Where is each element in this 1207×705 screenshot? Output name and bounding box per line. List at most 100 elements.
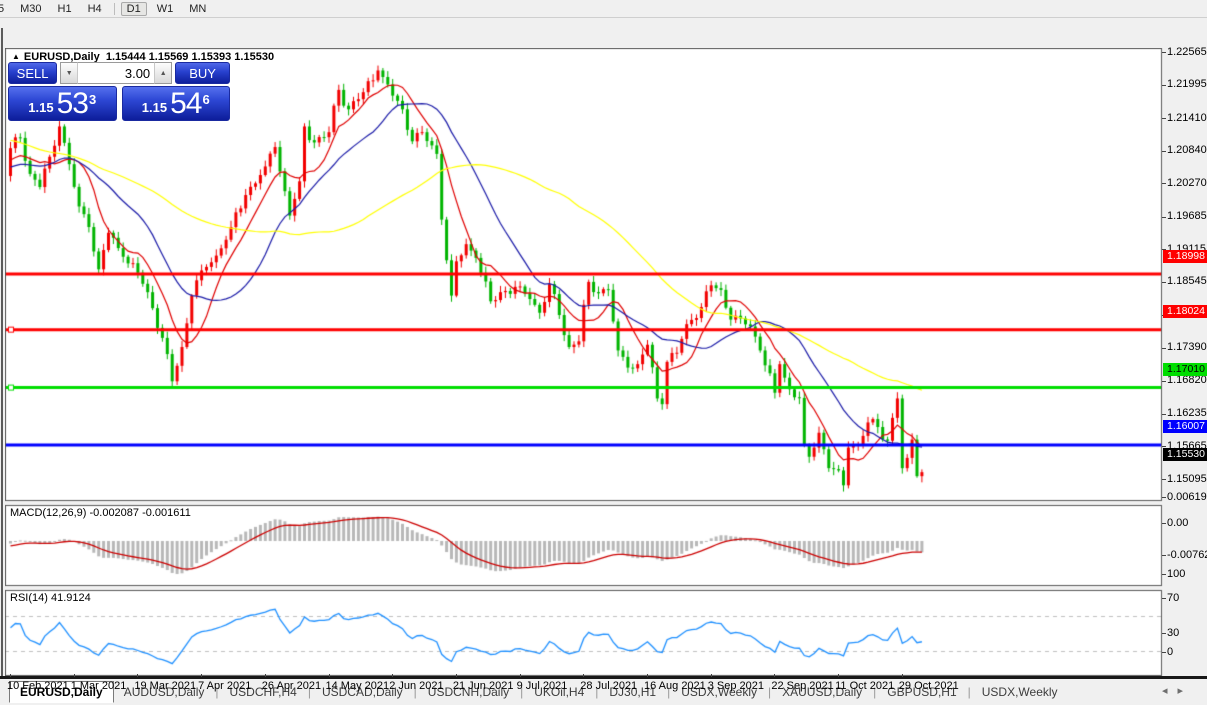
price-axis-label: 1.15095 bbox=[1167, 473, 1207, 485]
price-axis-tick bbox=[1162, 348, 1166, 349]
tab-scroll-arrows[interactable]: ◂▸ bbox=[1162, 684, 1193, 697]
date-axis-tick bbox=[10, 674, 11, 677]
date-axis-label: 11 Oct 2021 bbox=[835, 680, 894, 692]
tab-separator: | bbox=[968, 685, 971, 699]
trading-terminal-window: 5M30H1H4D1W1MN ▲EURUSD,Daily 1.15444 1.1… bbox=[0, 0, 1207, 705]
price-axis-tick bbox=[1162, 414, 1166, 415]
rsi-axis-label: 30 bbox=[1167, 627, 1179, 639]
one-click-trade-panel: SELL ▼ ▲ BUY 1.15 53 3 1.15 54 6 bbox=[8, 62, 230, 121]
date-axis-tick bbox=[838, 674, 839, 677]
tf-button-h4[interactable]: H4 bbox=[82, 2, 108, 16]
tab-scroll-right-icon[interactable]: ▸ bbox=[1177, 685, 1193, 697]
sell-price-prefix: 1.15 bbox=[28, 100, 53, 115]
date-axis-tick bbox=[392, 674, 393, 677]
volume-decrease-button[interactable]: ▼ bbox=[60, 62, 77, 84]
window-left-border bbox=[1, 28, 3, 688]
date-axis-label: 7 Apr 2021 bbox=[198, 680, 251, 692]
price-axis-tick bbox=[1162, 118, 1166, 119]
date-axis-tick bbox=[456, 674, 457, 677]
sell-price-pip: 3 bbox=[89, 89, 96, 107]
toolbar-separator bbox=[114, 3, 115, 15]
price-axis-tick bbox=[1162, 479, 1166, 480]
price-axis-label: 1.17390 bbox=[1167, 341, 1207, 353]
price-axis-tick bbox=[1162, 217, 1166, 218]
rsi-axis-tick bbox=[1162, 652, 1166, 653]
macd-values: -0.002087 -0.001611 bbox=[89, 507, 190, 519]
date-axis-tick bbox=[583, 674, 584, 677]
rsi-axis-label: 0 bbox=[1167, 646, 1173, 658]
date-axis-label: 14 May 2021 bbox=[326, 680, 390, 692]
date-axis-tick bbox=[137, 674, 138, 677]
macd-axis-tick bbox=[1162, 497, 1166, 498]
date-axis-label: 22 Sep 2021 bbox=[771, 680, 833, 692]
date-axis-tick bbox=[74, 674, 75, 677]
rsi-axis-label: 70 bbox=[1167, 592, 1179, 604]
price-axis-label: 1.20840 bbox=[1167, 144, 1207, 156]
date-axis-label: 26 Apr 2021 bbox=[262, 680, 321, 692]
collapse-triangle-icon[interactable]: ▲ bbox=[12, 52, 20, 61]
sell-button[interactable]: SELL bbox=[8, 62, 57, 84]
date-axis-label: 2 Jun 2021 bbox=[389, 680, 443, 692]
price-axis-tick bbox=[1162, 183, 1166, 184]
tf-button-w1[interactable]: W1 bbox=[151, 2, 180, 16]
chart-window: ▲EURUSD,Daily 1.15444 1.15569 1.15393 1.… bbox=[0, 18, 1207, 676]
tf-button-h1[interactable]: H1 bbox=[52, 2, 78, 16]
tab-scroll-left-icon[interactable]: ◂ bbox=[1162, 685, 1178, 697]
volume-increase-button[interactable]: ▲ bbox=[155, 62, 172, 84]
buy-button[interactable]: BUY bbox=[175, 62, 230, 84]
tf-button-5[interactable]: 5 bbox=[0, 2, 10, 16]
tf-button-d1[interactable]: D1 bbox=[121, 2, 147, 16]
tf-button-m30[interactable]: M30 bbox=[14, 2, 47, 16]
rsi-indicator-label: RSI(14) 41.9124 bbox=[10, 592, 91, 604]
date-axis-label: 9 Jul 2021 bbox=[517, 680, 568, 692]
price-tag-hline-1.16007[interactable]: 1.16007 bbox=[1163, 420, 1207, 433]
price-axis-label: 1.21410 bbox=[1167, 112, 1207, 124]
rsi-axis-tick bbox=[1162, 633, 1166, 634]
volume-input[interactable] bbox=[77, 62, 155, 84]
macd-name: MACD(12,26,9) bbox=[10, 507, 86, 519]
date-axis-tick bbox=[265, 674, 266, 677]
date-axis-tick bbox=[774, 674, 775, 677]
price-axis-tick bbox=[1162, 151, 1166, 152]
price-axis-label: 1.18545 bbox=[1167, 275, 1207, 287]
buy-price-prefix: 1.15 bbox=[142, 100, 167, 115]
price-axis-tick bbox=[1162, 52, 1166, 53]
rsi-axis-tick bbox=[1162, 598, 1166, 599]
rsi-axis-tick bbox=[1162, 574, 1166, 575]
price-axis-label: 1.16235 bbox=[1167, 407, 1207, 419]
rsi-value: 41.9124 bbox=[51, 592, 91, 604]
price-tag-hline-1.18024[interactable]: 1.18024 bbox=[1163, 305, 1207, 318]
price-chart-canvas[interactable] bbox=[5, 48, 1207, 676]
sell-price-main: 53 bbox=[57, 89, 88, 119]
date-axis-label: 19 Mar 2021 bbox=[134, 680, 196, 692]
price-axis-tick bbox=[1162, 85, 1166, 86]
price-axis-label: 1.22565 bbox=[1167, 46, 1207, 58]
price-tag-hline-1.17010[interactable]: 1.17010 bbox=[1163, 363, 1207, 376]
sell-price-display[interactable]: 1.15 53 3 bbox=[8, 86, 117, 121]
date-axis-label: 3 Sep 2021 bbox=[708, 680, 764, 692]
date-axis-tick bbox=[711, 674, 712, 677]
macd-axis-label: 0.006193 bbox=[1167, 491, 1207, 503]
buy-price-display[interactable]: 1.15 54 6 bbox=[122, 86, 231, 121]
date-axis-tick bbox=[329, 674, 330, 677]
macd-axis-label: 0.00 bbox=[1167, 517, 1188, 529]
date-axis-label: 1 Mar 2021 bbox=[71, 680, 127, 692]
date-axis-label: 10 Feb 2021 bbox=[7, 680, 69, 692]
date-axis-tick bbox=[520, 674, 521, 677]
tab-usdx-weekly-2[interactable]: USDX,Weekly bbox=[976, 683, 1064, 701]
price-axis-label: 1.21995 bbox=[1167, 78, 1207, 90]
price-tag-hline-1.18998[interactable]: 1.18998 bbox=[1163, 250, 1207, 263]
macd-axis-tick bbox=[1162, 555, 1166, 556]
macd-axis-label: -0.00762 bbox=[1167, 549, 1207, 561]
rsi-axis-label: 100 bbox=[1167, 568, 1185, 580]
date-axis-label: 29 Oct 2021 bbox=[899, 680, 959, 692]
date-axis-label: 16 Aug 2021 bbox=[644, 680, 706, 692]
price-axis-tick bbox=[1162, 381, 1166, 382]
tf-button-mn[interactable]: MN bbox=[183, 2, 212, 16]
macd-indicator-label: MACD(12,26,9) -0.002087 -0.001611 bbox=[10, 507, 191, 519]
date-axis-tick bbox=[201, 674, 202, 677]
timeframe-toolbar: 5 M30 H1 H4 D1 W1MN bbox=[0, 0, 1207, 18]
date-axis-label: 21 Jun 2021 bbox=[453, 680, 514, 692]
price-axis-tick bbox=[1162, 282, 1166, 283]
buy-price-main: 54 bbox=[170, 89, 201, 119]
